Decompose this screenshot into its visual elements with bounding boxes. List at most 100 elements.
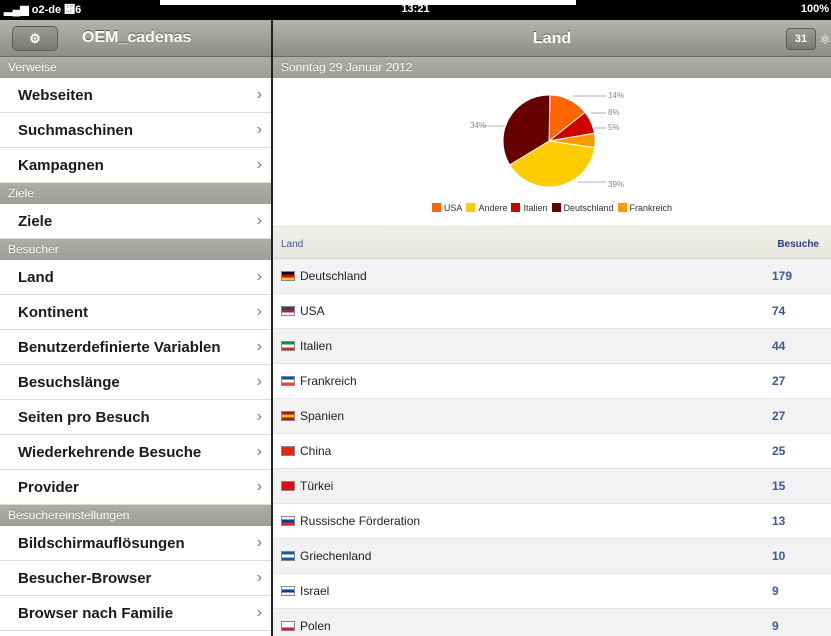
chevron-right-icon: › — [256, 338, 262, 355]
report-list-item[interactable]: Kontinent › — [0, 295, 271, 330]
visits-count: 179 — [772, 269, 793, 283]
left-panel: ⚙ OEM_cadenas Verweise Webseiten › Suchmasc… — [0, 20, 271, 636]
chevron-right-icon: › — [256, 373, 262, 390]
right-toolbar: Land 31 ⚛ — [273, 20, 831, 57]
section-header: Ziele — [0, 183, 271, 204]
report-list-item[interactable]: Browser nach Familie › — [0, 596, 271, 631]
country-table: Deutschland 179 USA 74 Italien 44 Frankreich 27… — [273, 259, 831, 636]
flag-icon — [281, 621, 295, 631]
chevron-right-icon: › — [256, 443, 262, 460]
report-list-item-label: Browser nach Familie — [18, 605, 174, 622]
table-row[interactable]: Türkei 15 — [273, 469, 831, 504]
table-header: Land Besuche — [273, 227, 831, 259]
report-list-item[interactable]: Besuchslänge › — [0, 365, 271, 400]
report-list-item[interactable]: Benutzerdefinierte Variablen › — [0, 330, 271, 365]
legend-swatch — [466, 203, 476, 212]
flag-icon — [281, 411, 295, 421]
report-list-item-label: Kampagnen — [18, 157, 104, 174]
table-row[interactable]: Russische Förderation 13 — [273, 504, 831, 539]
table-row[interactable]: Polen 9 — [273, 609, 831, 636]
legend-swatch — [511, 203, 521, 212]
flag-icon — [281, 341, 295, 351]
column-header-visits[interactable]: Besuche — [777, 239, 819, 250]
report-list-item[interactable]: Land › — [0, 260, 271, 295]
report-list-item-label: Wiederkehrende Besuche — [18, 444, 202, 461]
country-name: Griechenland — [300, 549, 372, 563]
chevron-right-icon: › — [256, 268, 262, 285]
chevron-right-icon: › — [256, 156, 262, 173]
flag-icon — [281, 271, 295, 281]
legend-entry: Andere — [466, 203, 507, 213]
flag-icon — [281, 516, 295, 526]
legend-swatch — [431, 203, 441, 212]
flag-icon — [281, 586, 295, 596]
report-list-item[interactable]: Bildschirmauflösungen › — [0, 526, 271, 561]
date-header: Sonntag 29 Januar 2012 — [273, 57, 831, 78]
table-row[interactable]: Deutschland 179 — [273, 259, 831, 294]
report-title: Land — [532, 30, 572, 47]
chevron-right-icon: › — [256, 408, 262, 425]
table-row[interactable]: Spanien 27 — [273, 399, 831, 434]
column-header-country[interactable]: Land — [281, 239, 303, 250]
legend-label: Italien — [523, 203, 548, 213]
globe-icon[interactable]: ⚛ — [819, 28, 831, 50]
report-list-item[interactable]: Provider › — [0, 470, 271, 505]
country-name: China — [300, 444, 332, 458]
visits-count: 10 — [772, 549, 786, 563]
country-name: USA — [300, 304, 325, 318]
report-list-item[interactable]: Besucher-Browser › — [0, 561, 271, 596]
table-row[interactable]: Frankreich 27 — [273, 364, 831, 399]
table-row[interactable]: USA 74 — [273, 294, 831, 329]
country-name: Türkei — [300, 479, 334, 493]
report-list-item[interactable]: Wiederkehrende Besuche › — [0, 435, 271, 470]
country-name: Italien — [300, 339, 333, 353]
report-list-item[interactable]: Kampagnen › — [0, 148, 271, 183]
right-panel: Land 31 ⚛ Sonntag 29 Januar 2012 14% 8% 5%… — [273, 20, 831, 636]
report-list-item-label: Suchmaschinen — [18, 122, 134, 139]
pie-chart: 14% 8% 5% 39% 34% — [470, 91, 624, 189]
chevron-right-icon: › — [256, 534, 262, 551]
country-name: Frankreich — [300, 374, 357, 388]
legend-label: Frankreich — [629, 203, 673, 213]
table-row[interactable]: Italien 44 — [273, 329, 831, 364]
chevron-right-icon: › — [256, 86, 262, 103]
legend-swatch — [551, 203, 561, 212]
legend-label: Deutschland — [563, 203, 614, 213]
report-list-item-label: Bildschirmauflösungen — [18, 535, 185, 552]
report-list-item-label: Land — [18, 269, 54, 286]
table-row[interactable]: China 25 — [273, 434, 831, 469]
legend-label: USA — [443, 203, 463, 213]
country-name: Israel — [300, 584, 330, 598]
legend-swatch — [617, 203, 627, 212]
table-row[interactable]: Griechenland 10 — [273, 539, 831, 574]
flag-icon — [281, 446, 295, 456]
country-name: Deutschland — [300, 269, 367, 283]
report-list-item[interactable]: Seiten pro Besuch › — [0, 400, 271, 435]
legend-entry: Deutschland — [551, 203, 614, 213]
report-list-item-label: Benutzerdefinierte Variablen — [18, 339, 221, 356]
report-list-item[interactable]: Webseiten › — [0, 78, 271, 113]
calendar-button[interactable]: 31 — [786, 28, 816, 50]
report-list-item[interactable]: Ziele › — [0, 204, 271, 239]
country-name: Spanien — [300, 409, 345, 423]
chevron-right-icon: › — [256, 121, 262, 138]
chevron-right-icon: › — [256, 303, 262, 320]
tools-icon: ⚙ — [29, 31, 41, 46]
pie-data-label: 14% — [608, 91, 624, 100]
country-name: Polen — [300, 619, 331, 633]
country-name: Russische Förderation — [300, 514, 421, 528]
visits-count: 27 — [772, 409, 786, 423]
legend-label: Andere — [478, 203, 508, 213]
report-list-item-label: Besucher-Browser — [18, 570, 152, 587]
section-header: Verweise — [0, 57, 271, 78]
visits-count: 9 — [772, 584, 779, 598]
visits-count: 15 — [772, 479, 786, 493]
tools-button[interactable]: ⚙ — [12, 26, 58, 51]
report-list-item-label: Webseiten — [18, 87, 93, 104]
report-list-item-label: Seiten pro Besuch — [18, 409, 150, 426]
table-row[interactable]: Israel 9 — [273, 574, 831, 609]
left-toolbar: ⚙ OEM_cadenas — [0, 20, 271, 57]
report-list-item[interactable]: Suchmaschinen › — [0, 113, 271, 148]
visits-count: 9 — [772, 619, 779, 633]
report-list: Verweise Webseiten › Suchmaschinen › Kampagne… — [0, 57, 271, 631]
